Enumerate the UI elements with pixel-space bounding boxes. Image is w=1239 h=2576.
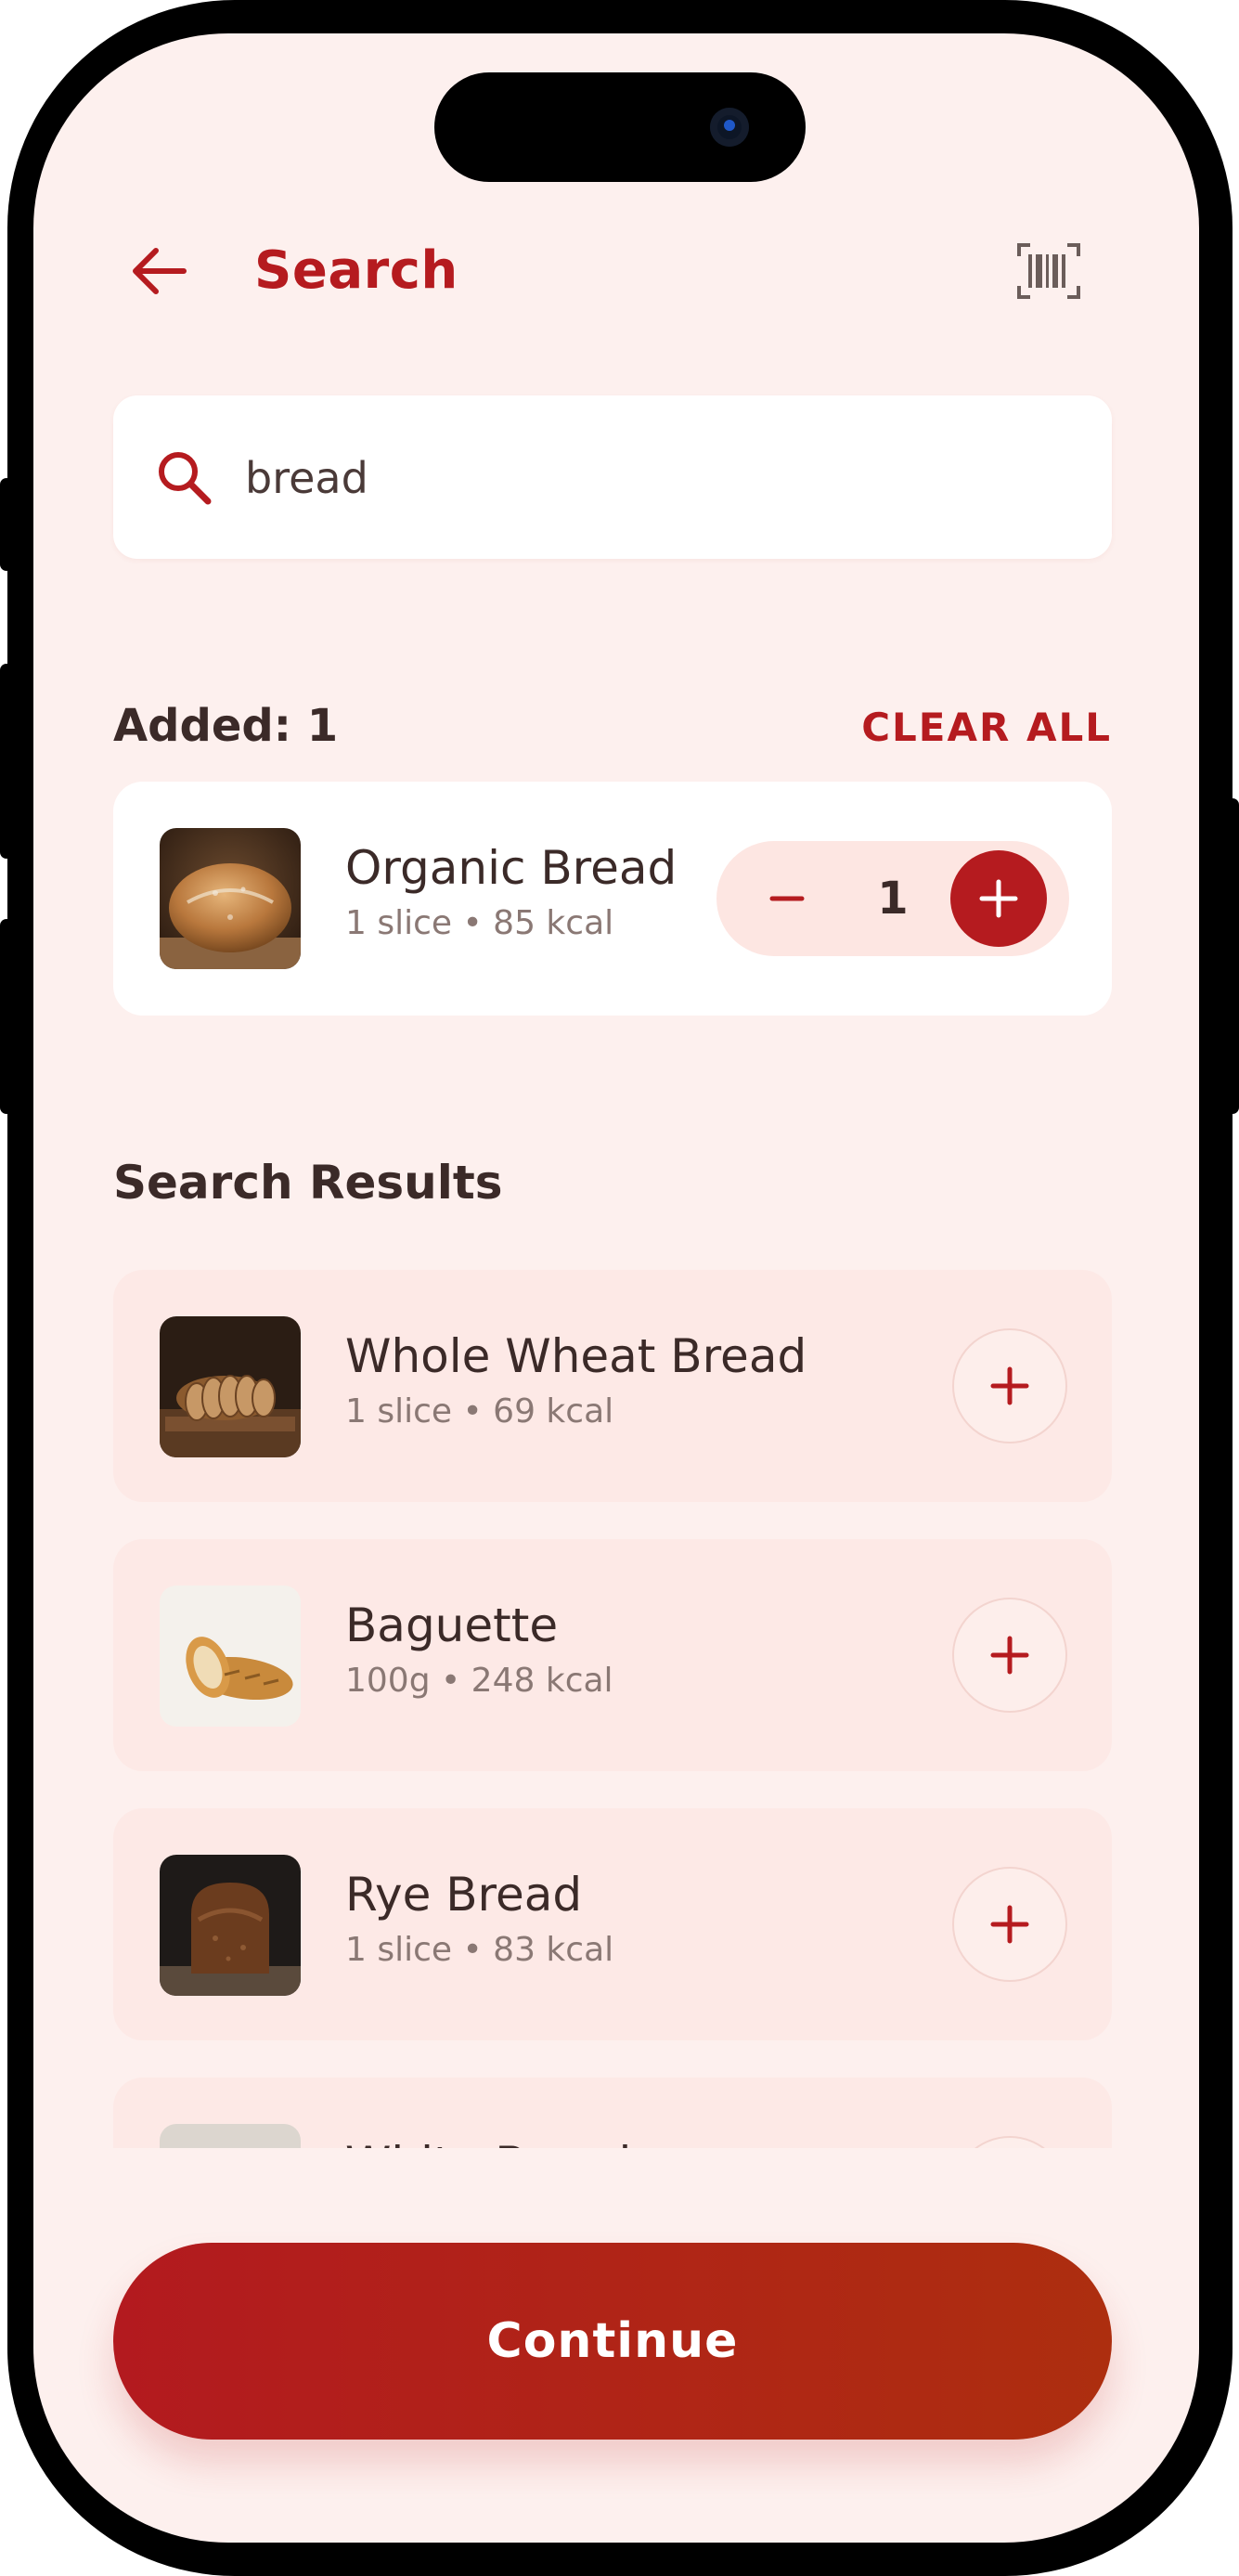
result-item-meta: 1 slice • 83 kcal (345, 1931, 614, 1969)
plus-icon (990, 1905, 1029, 1944)
result-item[interactable]: Whole Wheat Bread 1 slice • 69 kcal (113, 1270, 1112, 1502)
whole-wheat-bread-image (160, 1316, 301, 1457)
clear-all-button[interactable]: CLEAR ALL (861, 702, 1112, 754)
plus-icon (954, 2138, 1065, 2148)
arrow-left-icon (133, 248, 187, 294)
rye-bread-image (160, 1855, 301, 1996)
plus-icon (979, 879, 1018, 918)
front-camera-icon (710, 108, 749, 147)
added-count-label: Added: 1 (113, 700, 339, 752)
quantity-value: 1 (877, 873, 909, 925)
dynamic-island (434, 72, 806, 182)
increase-button[interactable] (950, 850, 1047, 947)
add-item-button[interactable] (952, 1328, 1067, 1443)
search-input[interactable] (243, 442, 1064, 514)
app-screen: Search Added: 1 CLEAR ALL (33, 33, 1199, 2543)
action-button (0, 478, 13, 571)
search-results-list[interactable]: Whole Wheat Bread 1 slice • 69 kcal Bagu… (33, 1236, 1199, 2148)
result-item-name: Whole Wheat Bread (345, 1329, 807, 1383)
added-item-name: Organic Bread (345, 841, 678, 895)
white-bread-image (160, 2124, 301, 2148)
volume-down-button (0, 919, 13, 1114)
back-button[interactable] (126, 241, 193, 301)
add-item-button[interactable] (952, 1598, 1067, 1713)
result-item-meta: 100g • 248 kcal (345, 1662, 613, 1700)
plus-icon (990, 1366, 1029, 1405)
result-item-meta: 1 slice • 69 kcal (345, 1392, 614, 1430)
search-results-heading: Search Results (113, 1156, 503, 1210)
result-item-name: Baguette (345, 1599, 559, 1652)
search-icon (159, 452, 212, 505)
continue-button[interactable]: Continue (113, 2243, 1112, 2440)
continue-label: Continue (486, 2313, 739, 2369)
page-title: Search (254, 240, 458, 301)
add-item-button[interactable] (952, 1867, 1067, 1982)
organic-bread-image (160, 828, 301, 969)
minus-icon (769, 896, 805, 901)
result-item[interactable]: Baguette 100g • 248 kcal (113, 1539, 1112, 1771)
quantity-stepper: 1 (716, 841, 1069, 956)
result-item[interactable]: White Bread (113, 2078, 1112, 2148)
add-item-button[interactable] (952, 2136, 1067, 2148)
result-item-name: White Bread (345, 2135, 631, 2148)
result-item-name: Rye Bread (345, 1868, 583, 1922)
baguette-image (160, 1586, 301, 1727)
barcode-scan-button[interactable] (1015, 241, 1082, 301)
result-item[interactable]: Rye Bread 1 slice • 83 kcal (113, 1808, 1112, 2040)
barcode-scan-icon (1017, 243, 1080, 299)
top-bar: Search (33, 219, 1199, 321)
search-bar (113, 395, 1112, 559)
volume-up-button (0, 664, 13, 859)
added-item-card: Organic Bread 1 slice • 85 kcal 1 (113, 782, 1112, 1016)
plus-icon (990, 1636, 1029, 1675)
decrease-button[interactable] (759, 871, 815, 926)
power-button (1226, 798, 1239, 1114)
added-item-meta: 1 slice • 85 kcal (345, 904, 614, 942)
